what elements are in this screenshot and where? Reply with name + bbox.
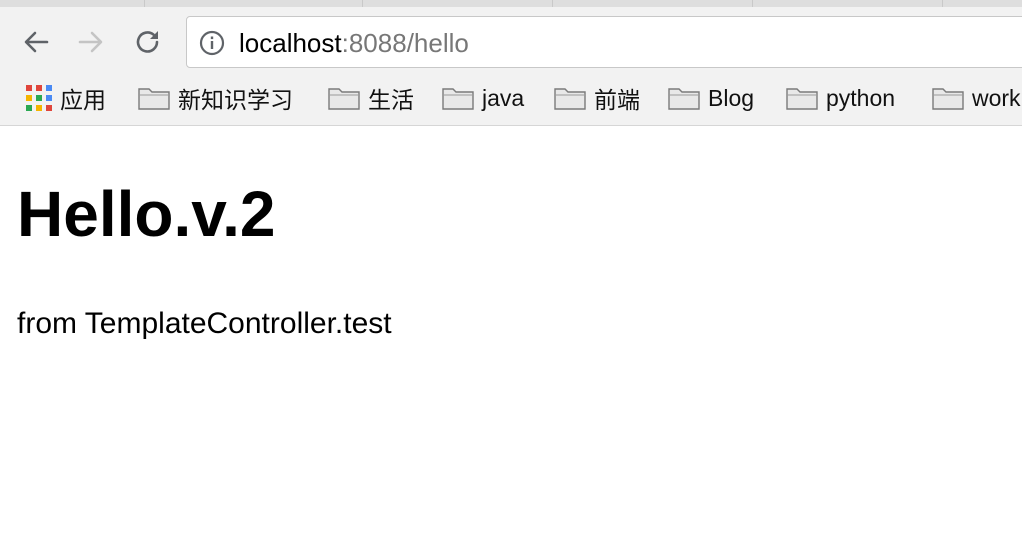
url-text: localhost:8088/hello [239,28,469,58]
tab-separator [752,0,753,7]
tab-separator [552,0,553,7]
folder-icon [668,88,700,110]
bookmark-label: 前端 [594,87,640,113]
reload-icon [136,31,159,53]
browser-chrome: localhost:8088/hello 应用 新知识学习 生活 java 前端… [0,0,1022,126]
folder-icon [786,88,818,110]
bookmark-folder-life[interactable]: 生活 [328,82,414,114]
folder-icon [328,88,360,110]
reload-button[interactable] [130,24,166,60]
bookmark-label: 应用 [60,87,106,113]
tab-strip [0,0,1022,7]
folder-icon [442,88,474,110]
bookmarks-bar: 应用 新知识学习 生活 java 前端 Blog python work [0,76,1022,120]
bookmark-folder-blog[interactable]: Blog [668,82,754,114]
forward-button[interactable] [73,24,109,60]
folder-icon [138,88,170,110]
tab-separator [362,0,363,7]
arrow-left-icon [24,31,49,53]
bookmark-label: Blog [708,84,755,111]
bookmark-label: 新知识学习 [178,87,293,113]
page-subtext: from TemplateController.test [17,307,392,340]
info-icon[interactable] [199,30,225,56]
bookmark-label: 生活 [368,87,414,113]
url-host: localhost [239,28,342,58]
bookmark-folder-python[interactable]: python [786,82,895,114]
bookmark-folder-frontend[interactable]: 前端 [554,82,640,114]
bookmark-folder-work[interactable]: work [932,82,1021,114]
bookmark-label: work [972,84,1021,111]
page-heading: Hello.v.2 [17,178,276,250]
apps-grid-icon [26,85,52,111]
bookmark-apps[interactable]: 应用 [26,82,106,114]
tab-separator [942,0,943,7]
bookmark-folder-new-knowledge[interactable]: 新知识学习 [138,82,293,114]
bookmark-label: java [482,84,525,111]
bookmark-label: python [826,84,896,111]
back-button[interactable] [18,24,54,60]
arrow-right-icon [78,31,103,53]
folder-icon [932,88,964,110]
tab-separator [144,0,145,7]
bookmark-folder-java[interactable]: java [442,82,524,114]
address-bar[interactable]: localhost:8088/hello [186,16,1022,68]
url-path: :8088/hello [341,28,469,58]
folder-icon [554,88,586,110]
